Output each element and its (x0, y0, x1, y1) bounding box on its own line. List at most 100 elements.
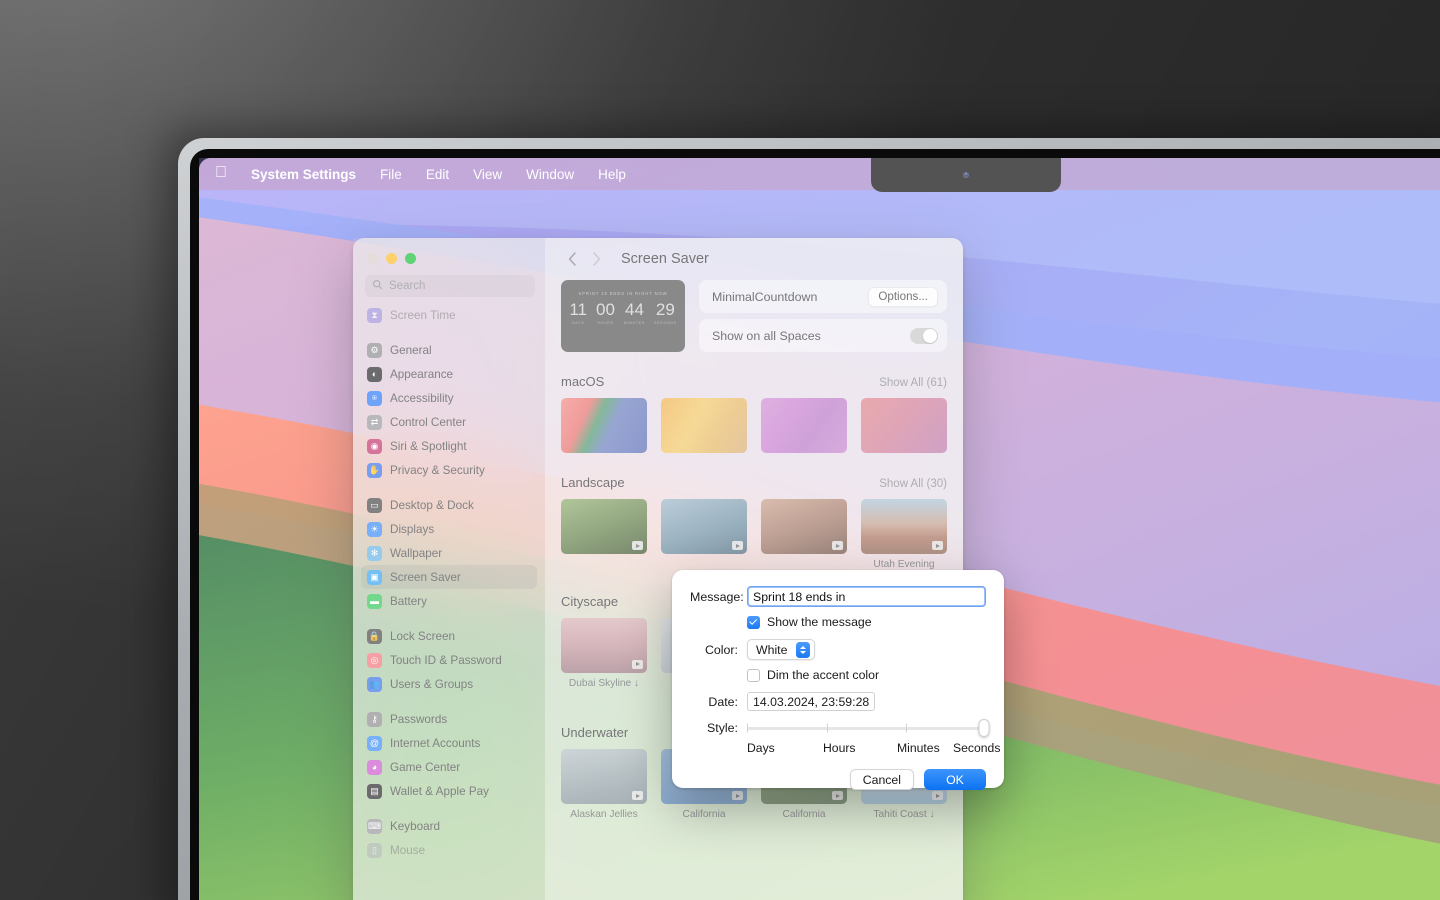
search-icon (372, 279, 383, 293)
sidebar-item-keyboard[interactable]: ⌨ Keyboard (361, 814, 537, 838)
apple-logo-icon[interactable]:  (211, 165, 239, 183)
laptop-bezel:  System Settings File Edit View Window … (190, 149, 1440, 900)
sidebar-item-accessibility[interactable]: ⍟ Accessibility (361, 386, 537, 410)
wallpaper-thumbnail[interactable] (861, 398, 947, 453)
color-row: Color: White (690, 639, 986, 660)
key-icon: ⚷ (367, 711, 382, 727)
cancel-button[interactable]: Cancel (849, 769, 914, 790)
date-input[interactable]: 14.03.2024, 23:59:28 (747, 692, 876, 711)
screensaver-settings-panel: MinimalCountdown Options... Show on all … (699, 280, 947, 352)
wallpaper-image[interactable] (661, 398, 747, 453)
slider-knob[interactable] (978, 719, 990, 737)
back-button[interactable] (561, 248, 583, 270)
menu-item-system-settings[interactable]: System Settings (239, 167, 368, 182)
slider-tick-hours (826, 723, 828, 733)
sidebar-item-mouse[interactable]: ▯ Mouse (361, 838, 537, 862)
dim-accent-checkbox[interactable] (747, 668, 760, 682)
sidebar-item-touch-id-password[interactable]: ◎ Touch ID & Password (361, 648, 537, 672)
sidebar-item-desktop-dock[interactable]: ▭ Desktop & Dock (361, 493, 537, 517)
sidebar-item-passwords[interactable]: ⚷ Passwords (361, 707, 537, 731)
keyboard-icon: ⌨ (367, 818, 382, 834)
show-message-checkbox[interactable] (747, 615, 760, 629)
contrast-icon: ◐ (367, 366, 382, 382)
wallpaper-thumbnail[interactable] (561, 398, 647, 453)
sidebar-item-general[interactable]: ⚙ General (361, 338, 537, 362)
wallpaper-image[interactable] (861, 499, 947, 554)
sidebar-item-siri-spotlight[interactable]: ◉ Siri & Spotlight (361, 434, 537, 458)
wallpaper-image[interactable] (761, 398, 847, 453)
sidebar-item-displays[interactable]: ☀ Displays (361, 517, 537, 541)
forward-button[interactable] (585, 248, 607, 270)
menu-item-file[interactable]: File (368, 167, 414, 182)
wallpaper-thumbnail[interactable] (661, 499, 747, 572)
menu-item-window[interactable]: Window (514, 167, 586, 182)
sidebar-item-screen-saver[interactable]: ▣ Screen Saver (361, 565, 537, 589)
wallpaper-thumbnail[interactable] (661, 398, 747, 453)
ok-button[interactable]: OK (924, 769, 986, 790)
sidebar-item-battery[interactable]: ▬ Battery (361, 589, 537, 613)
color-select[interactable]: White (747, 639, 816, 660)
sidebar-nav[interactable]: ⧗ Screen Time ⚙ General ◐ Appearance ⍟ Accessib… (353, 301, 545, 881)
search-input[interactable]: Search (365, 275, 535, 297)
settings-sidebar: Search ⧗ Screen Time ⚙ General ◐ Appearance ⍟ A… (353, 238, 545, 900)
sidebar-item-wallet-apple-pay[interactable]: ▤ Wallet & Apple Pay (361, 779, 537, 803)
message-input[interactable]: Sprint 18 ends in (747, 586, 986, 607)
window-traffic-lights[interactable] (353, 238, 545, 264)
dim-accent-row[interactable]: Dim the accent color (747, 668, 986, 682)
wallpaper-caption: Dubai Skyline ↓ (568, 677, 640, 689)
menu-bar[interactable]:  System Settings File Edit View Window … (199, 158, 1440, 190)
wallpaper-image[interactable] (561, 617, 647, 673)
wallpaper-image[interactable] (661, 499, 747, 554)
sidebar-item-game-center[interactable]: ◕ Game Center (361, 755, 537, 779)
sidebar-item-appearance[interactable]: ◐ Appearance (361, 362, 537, 386)
message-label: Message: (690, 589, 744, 604)
wallpaper-image[interactable] (561, 398, 647, 453)
sidebar-item-internet-accounts[interactable]: @ Internet Accounts (361, 731, 537, 755)
wallpaper-thumbnail[interactable] (761, 398, 847, 453)
sidebar-group-separator (361, 696, 537, 707)
preview-countdown-value: 29 (655, 300, 675, 319)
sidebar-group-separator (361, 613, 537, 624)
screensaver-preview[interactable]: SPRINT 18 ENDS IN RIGHT NOW 11 DAYS 00 HOUR… (561, 280, 685, 352)
system-settings-window: Search ⧗ Screen Time ⚙ General ◐ Appearance ⍟ A… (353, 238, 963, 900)
wallpaper-thumbnail[interactable] (561, 499, 647, 572)
sidebar-item-privacy-security[interactable]: ✋ Privacy & Security (361, 458, 537, 482)
color-label: Color: (704, 642, 738, 657)
wallpaper-image[interactable] (861, 398, 947, 453)
wallpaper-thumbnail[interactable]: Utah Evening (861, 499, 947, 572)
zoom-button[interactable] (405, 253, 416, 264)
sidebar-item-control-center[interactable]: ⇄ Control Center (361, 410, 537, 434)
wallpaper-thumbnail[interactable] (761, 499, 847, 572)
close-button[interactable] (367, 253, 378, 264)
show-message-row[interactable]: Show the message (747, 615, 986, 629)
wallpaper-image[interactable] (561, 499, 647, 554)
wallpaper-image[interactable] (761, 499, 847, 554)
sidebar-item-label: Internet Accounts (390, 736, 481, 750)
wallpaper-thumbnail[interactable]: Dubai Skyline ↓ (561, 617, 647, 704)
style-tick-label-minutes: Minutes (897, 741, 940, 755)
menu-item-edit[interactable]: Edit (414, 167, 461, 182)
webcam-icon (963, 172, 969, 178)
show-all-spaces-toggle[interactable] (910, 327, 938, 344)
show-all-link[interactable]: Show All (61) (879, 377, 947, 389)
style-slider[interactable] (747, 719, 990, 737)
sidebar-item-label: Passwords (390, 712, 448, 726)
play-icon (932, 541, 943, 550)
switches-icon: ⇄ (367, 414, 382, 430)
wallpaper-image[interactable] (561, 749, 647, 805)
flower-icon: ✻ (367, 545, 382, 561)
show-all-link[interactable]: Show All (30) (879, 478, 947, 490)
menu-item-help[interactable]: Help (586, 167, 638, 182)
sidebar-item-screen-time[interactable]: ⧗ Screen Time (361, 303, 537, 327)
sidebar-item-wallpaper[interactable]: ✻ Wallpaper (361, 541, 537, 565)
siri-icon: ◉ (367, 438, 382, 454)
sidebar-item-label: Control Center (390, 415, 467, 429)
menu-item-view[interactable]: View (461, 167, 514, 182)
minimize-button[interactable] (386, 253, 397, 264)
sidebar-item-users-groups[interactable]: 👥 Users & Groups (361, 672, 537, 696)
sidebar-item-lock-screen[interactable]: 🔒 Lock Screen (361, 624, 537, 648)
options-button[interactable]: Options... (868, 286, 938, 307)
style-tick-label-seconds: Seconds (953, 741, 1001, 755)
wallpaper-thumbnail[interactable]: Alaskan Jellies (561, 749, 647, 822)
dialog-buttons: Cancel OK (690, 769, 986, 790)
